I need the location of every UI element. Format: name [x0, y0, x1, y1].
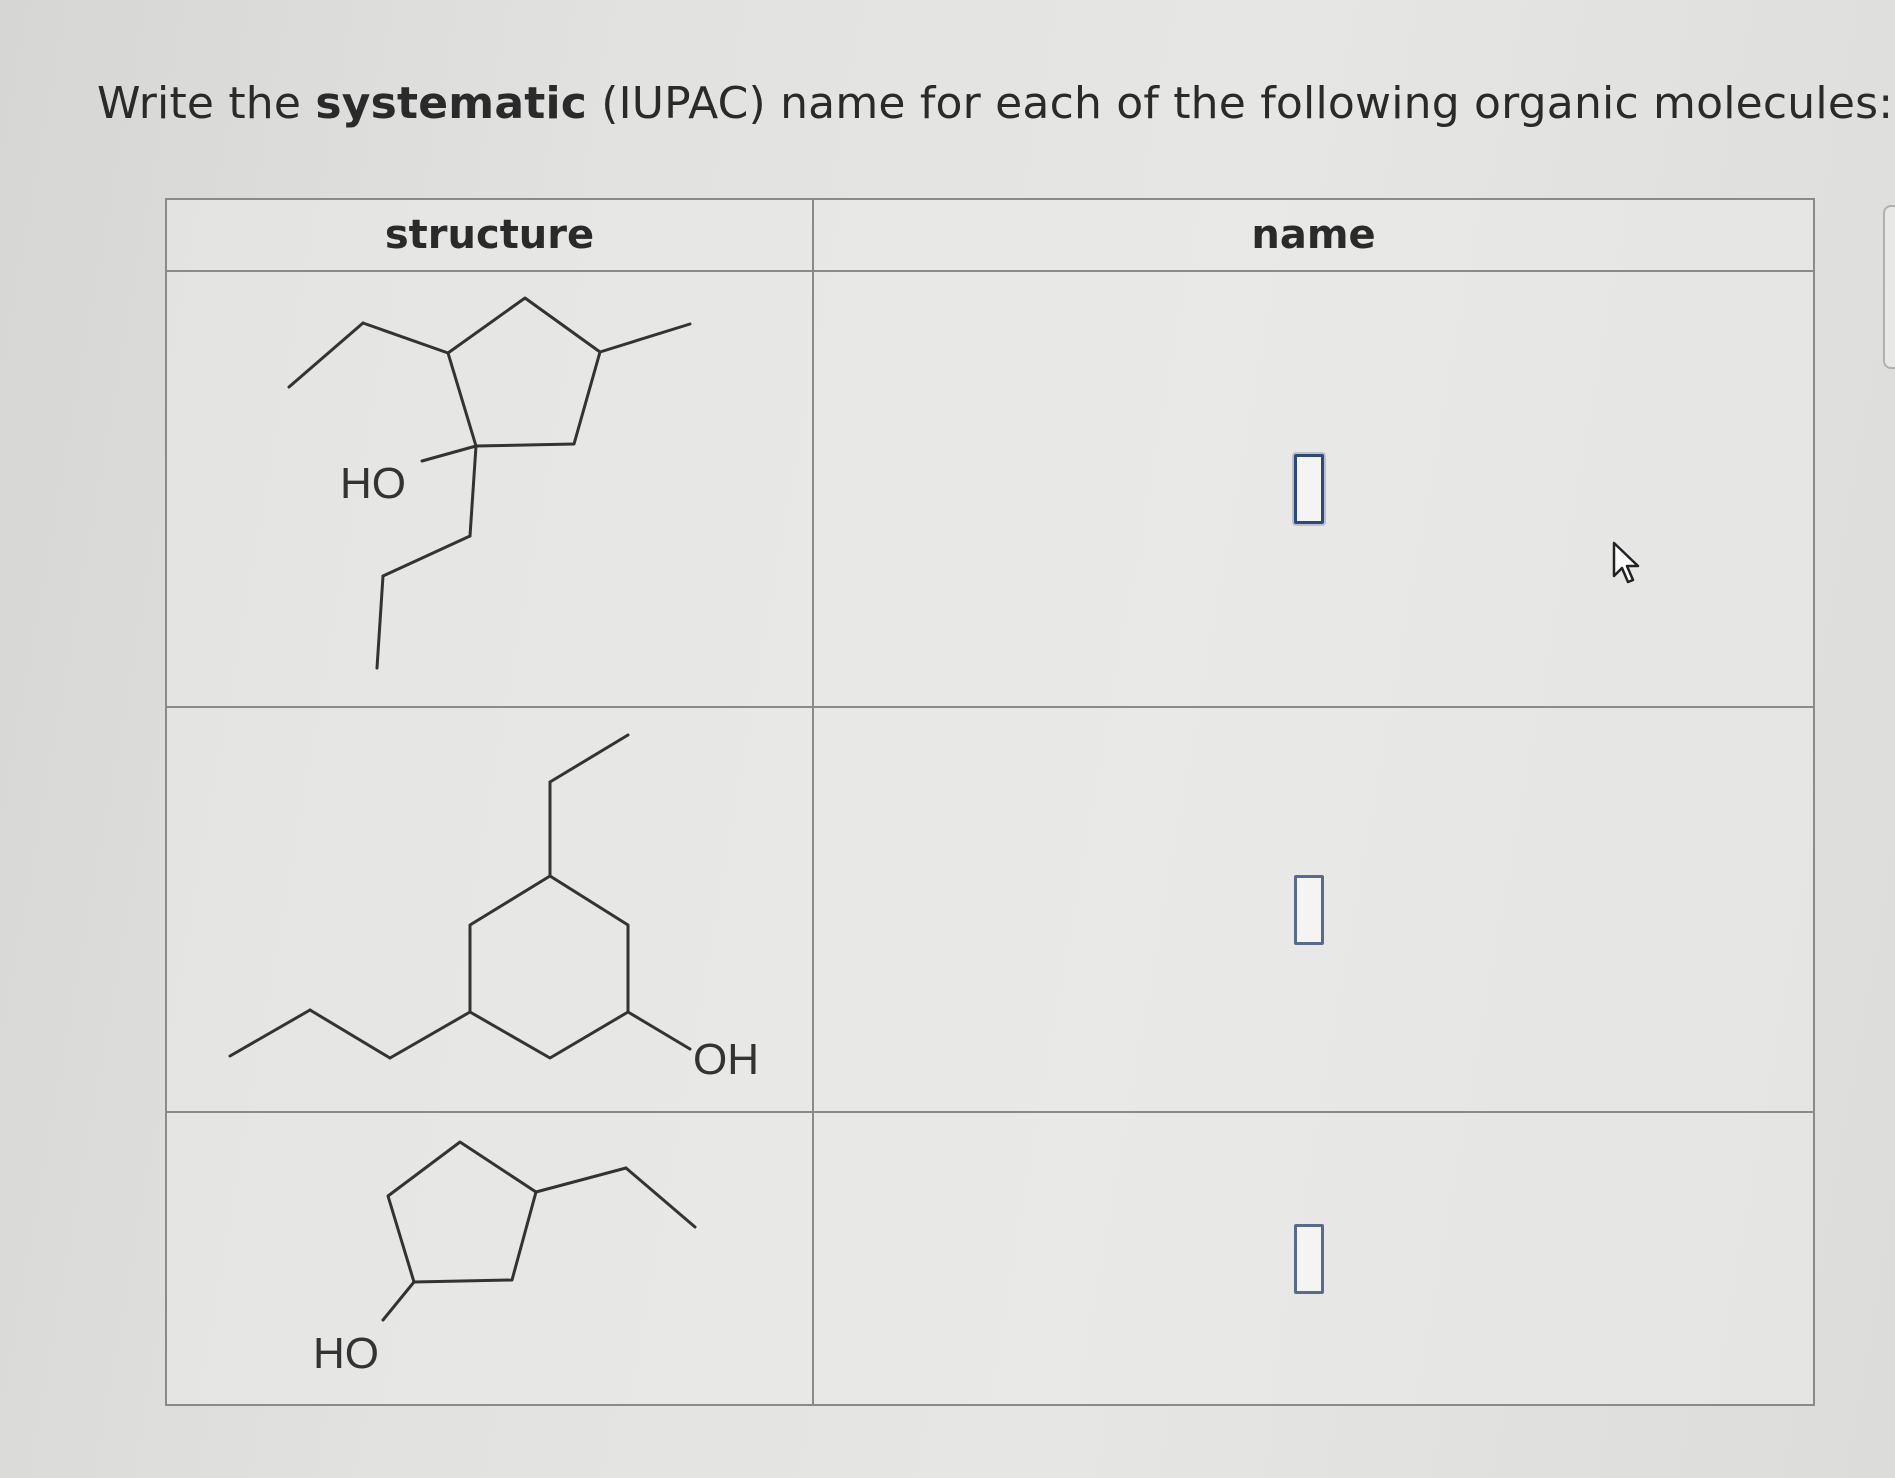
- bond-3a: [534, 1166, 628, 1194]
- cyclopentane-ring-1: [446, 296, 602, 448]
- bond-1g-oh: [420, 444, 478, 463]
- cyclopentane-ring-3: [386, 1140, 538, 1284]
- hydroxyl-label-1: HO: [340, 459, 406, 508]
- hydroxyl-label-2: OH: [693, 1035, 759, 1084]
- hydroxyl-label-3: HO: [313, 1329, 379, 1378]
- bond-3c-oh: [381, 1280, 416, 1322]
- bond-2b: [548, 733, 630, 784]
- bond-2c: [388, 1010, 472, 1060]
- bond-1b: [287, 321, 365, 389]
- bond-1d: [468, 444, 478, 538]
- bond-1f: [375, 574, 385, 670]
- bond-1a: [361, 321, 450, 355]
- bond-1c: [598, 322, 692, 354]
- bond-1e: [381, 534, 472, 578]
- bond-3b: [624, 1166, 697, 1229]
- bond-2e: [228, 1008, 312, 1058]
- bond-2d: [308, 1008, 392, 1060]
- mouse-pointer-icon: [1612, 541, 1640, 584]
- cyclohexane-ring-2: [468, 874, 630, 1060]
- molecule-drawings: HO OH HO: [228, 296, 759, 1378]
- bond-2f-oh: [626, 1010, 692, 1051]
